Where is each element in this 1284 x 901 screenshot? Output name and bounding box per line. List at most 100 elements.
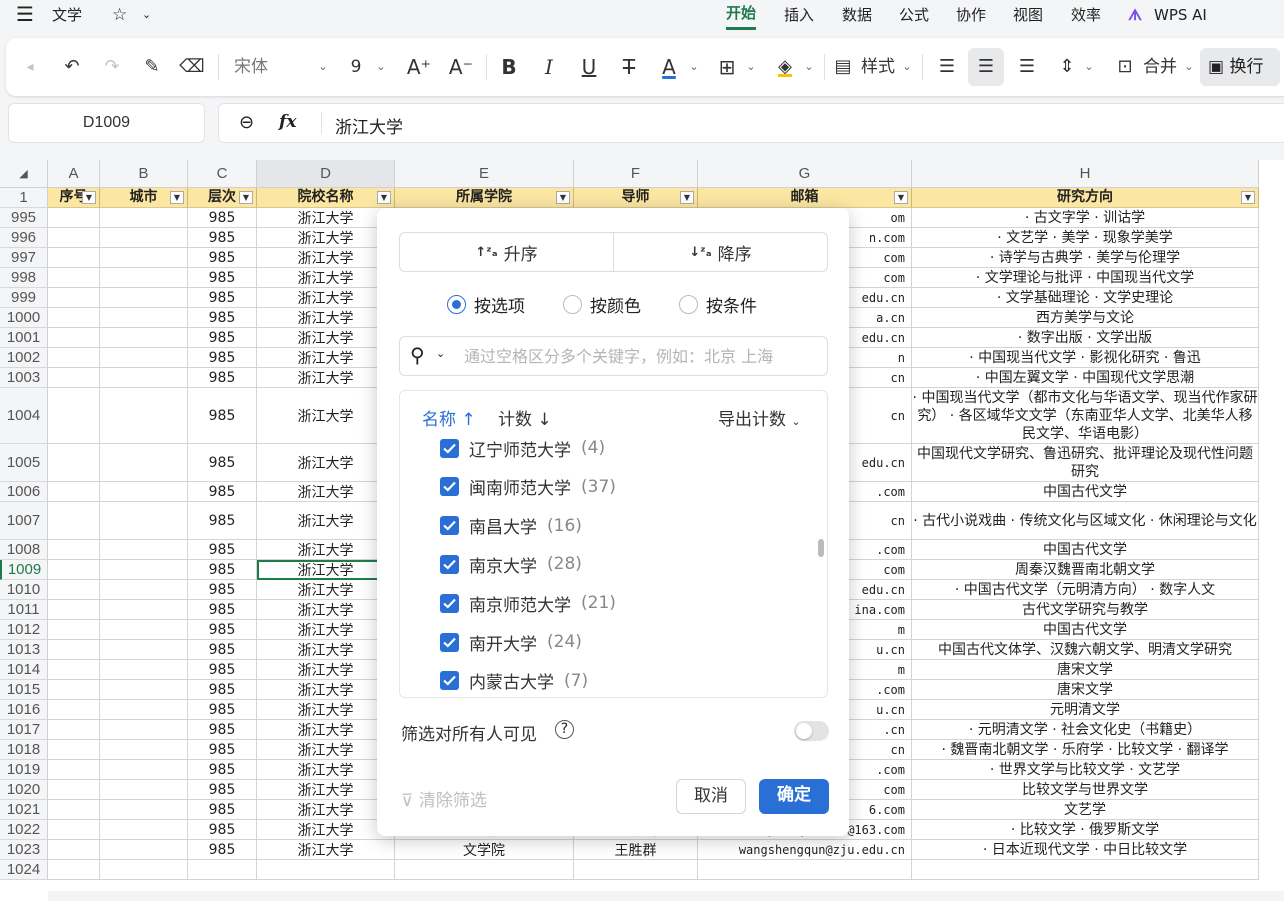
table-cell[interactable] [100,620,188,640]
table-cell[interactable]: 浙江大学 [257,700,395,720]
sort-by-count-button[interactable]: 计数 ↓ [498,405,552,430]
table-cell[interactable] [100,560,188,580]
table-cell[interactable]: 浙江大学 [257,800,395,820]
increase-font-icon[interactable]: A⁺ [406,38,432,96]
mode-by-condition[interactable]: 按条件 [679,292,757,317]
checkbox-checked-icon[interactable] [440,671,459,691]
table-cell[interactable] [100,348,188,368]
table-cell[interactable]: 985 [188,840,257,860]
row-header[interactable]: 1019 [0,760,48,780]
column-header-E[interactable]: E [395,160,574,188]
table-cell[interactable] [48,288,100,308]
row-header[interactable]: 1011 [0,600,48,620]
tab-5[interactable]: 视图 [1013,0,1043,30]
filter-dropdown-icon[interactable]: ▼ [170,191,184,204]
tab-1[interactable]: 插入 [784,0,814,30]
table-cell[interactable]: 中国古代文学 [912,482,1259,502]
column-header-H[interactable]: H [912,160,1259,188]
checkbox-checked-icon[interactable] [440,632,459,652]
row-header[interactable]: 1 [0,188,48,208]
table-cell[interactable]: 浙江大学 [257,720,395,740]
row-header[interactable]: 1021 [0,800,48,820]
table-cell[interactable] [48,228,100,248]
table-cell[interactable]: · 文学理论与批评 · 中国现当代文学 [912,268,1259,288]
filter-header-cell[interactable]: 研究方向 ▼ [912,188,1259,208]
table-cell[interactable] [100,640,188,660]
checkbox-checked-icon[interactable] [440,593,459,613]
filter-option[interactable]: 内蒙古大学 (7) [440,666,588,696]
bold-icon[interactable]: B [496,38,522,96]
table-cell[interactable]: · 文学基础理论 · 文学史理论 [912,288,1259,308]
table-cell[interactable] [100,288,188,308]
confirm-button[interactable]: 确定 [759,779,829,814]
undo-icon[interactable]: ↶ [58,38,86,96]
table-cell[interactable] [100,680,188,700]
chevron-down-icon[interactable]: ⌄ [687,38,701,96]
table-cell[interactable] [100,760,188,780]
checkbox-checked-icon[interactable] [440,438,459,458]
table-cell[interactable]: 浙江大学 [257,444,395,482]
table-cell[interactable] [912,860,1259,880]
table-cell[interactable]: 中国现代文学研究、鲁迅研究、批评理论及现代性问题研究 [912,444,1259,482]
star-icon[interactable]: ☆ [112,0,127,30]
font-size-select[interactable]: 9 [346,38,366,96]
table-cell[interactable]: 985 [188,640,257,660]
table-cell[interactable] [48,482,100,502]
search-icon[interactable]: ⚲ [410,343,425,367]
chevron-down-icon[interactable]: ⌄ [744,38,758,96]
table-cell[interactable]: 文学院 [395,840,574,860]
table-cell[interactable]: 985 [188,328,257,348]
table-cell[interactable]: 元明清文学 [912,700,1259,720]
table-cell[interactable] [100,720,188,740]
table-cell[interactable] [48,680,100,700]
filter-dropdown-icon[interactable]: ▼ [894,191,908,204]
table-cell[interactable] [48,760,100,780]
row-header[interactable]: 997 [0,248,48,268]
table-cell[interactable]: 浙江大学 [257,388,395,444]
table-cell[interactable]: 985 [188,248,257,268]
table-cell[interactable]: 古代文学研究与教学 [912,600,1259,620]
row-header[interactable]: 1010 [0,580,48,600]
filter-option[interactable]: 南开大学 (24) [440,627,582,657]
table-cell[interactable]: 浙江大学 [257,482,395,502]
chevron-down-icon[interactable]: ⌄ [900,38,914,96]
table-cell[interactable] [188,860,257,880]
chevron-down-icon[interactable]: ⌄ [316,38,330,96]
export-count-button[interactable]: 导出计数 ⌄ [718,405,801,430]
tab-6[interactable]: 效率 [1071,0,1101,30]
table-cell[interactable] [48,368,100,388]
row-header[interactable]: 1001 [0,328,48,348]
table-cell[interactable]: 985 [188,208,257,228]
filter-search-input[interactable] [464,343,819,369]
filter-dropdown-icon[interactable]: ▼ [1241,191,1255,204]
font-name-select[interactable]: 宋体 [234,38,284,96]
table-cell[interactable]: 浙江大学 [257,288,395,308]
table-cell[interactable]: 985 [188,740,257,760]
filter-dropdown-icon[interactable]: ▼ [239,191,253,204]
table-cell[interactable]: 浙江大学 [257,680,395,700]
mode-by-color[interactable]: 按颜色 [563,292,641,317]
align-left-icon[interactable]: ☰ [934,38,960,96]
table-cell[interactable]: 浙江大学 [257,308,395,328]
filter-dropdown-icon[interactable]: ▼ [556,191,570,204]
table-cell[interactable]: 浙江大学 [257,760,395,780]
column-header-C[interactable]: C [188,160,257,188]
name-box[interactable]: D1009 [8,103,205,143]
row-header[interactable]: 1015 [0,680,48,700]
formula-value[interactable]: 浙江大学 [335,113,403,138]
row-header[interactable]: 1012 [0,620,48,640]
cell-style-icon[interactable]: ▤ [832,38,854,96]
filter-header-cell[interactable]: 序号 ▼ [48,188,100,208]
table-cell[interactable]: 985 [188,540,257,560]
table-cell[interactable]: 浙江大学 [257,580,395,600]
table-cell[interactable] [48,860,100,880]
table-cell[interactable]: 985 [188,660,257,680]
italic-icon[interactable]: I [536,38,562,96]
column-header-A[interactable]: A [48,160,100,188]
table-cell[interactable] [48,780,100,800]
table-cell[interactable] [48,540,100,560]
table-cell[interactable] [48,700,100,720]
table-cell[interactable]: · 中国现当代文学 · 影视化研究 · 鲁迅 [912,348,1259,368]
table-cell[interactable]: · 诗学与古典学 · 美学与伦理学 [912,248,1259,268]
table-cell[interactable]: 浙江大学 [257,620,395,640]
